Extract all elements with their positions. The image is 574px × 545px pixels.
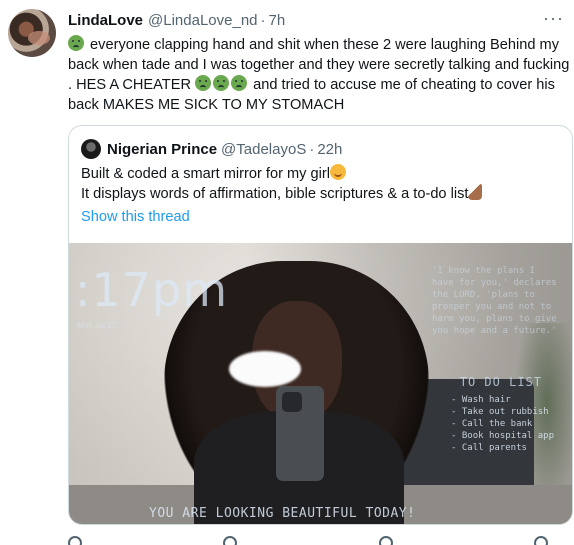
author-handle[interactable]: @LindaLove_nd: [148, 12, 257, 29]
timestamp[interactable]: 7h: [269, 12, 286, 29]
smiling-face-icon: [329, 164, 346, 180]
nauseated-face-icon: [68, 35, 84, 51]
todo-item: - Call parents: [451, 443, 527, 453]
reply-icon[interactable]: [68, 536, 82, 545]
more-options-icon[interactable]: ···: [543, 9, 564, 27]
show-thread-link[interactable]: Show this thread: [81, 209, 190, 225]
todo-item: - Call the bank: [451, 419, 533, 429]
mirror-date: Mon Jul 27: [77, 321, 117, 330]
like-icon[interactable]: [378, 536, 393, 545]
phone: [276, 386, 324, 481]
quoted-tweet-text: Built & coded a smart mirror for my girl…: [81, 164, 483, 204]
nauseated-face-icon: [213, 75, 230, 91]
retweet-icon[interactable]: [223, 536, 238, 545]
quoted-timestamp[interactable]: 22h: [317, 141, 342, 158]
todo-item: - Take out rubbish: [451, 407, 549, 417]
mirror-todo-list: - Wash hair - Take out rubbish - Call th…: [451, 394, 554, 454]
quoted-line-1: Built & coded a smart mirror for my girl: [81, 166, 330, 182]
quoted-author-handle[interactable]: @TadelayoS: [221, 141, 306, 158]
mirror-scripture: 'I know the plans I have for you,' decla…: [432, 266, 557, 336]
todo-item: - Wash hair: [451, 395, 511, 405]
avatar[interactable]: [8, 9, 56, 57]
quoted-line-2: It displays words of affirmation, bible …: [81, 186, 469, 202]
face-blur: [229, 351, 301, 387]
tweet-media-image[interactable]: :17pm Mon Jul 27 'I know the plans I hav…: [69, 243, 572, 524]
quoted-author-name[interactable]: Nigerian Prince: [107, 141, 217, 158]
quoted-tweet-header: Nigerian Prince @TadelayoS · 22h: [81, 139, 342, 159]
todo-item: - Book hospital app: [451, 431, 554, 441]
mirror-affirmation: YOU ARE LOOKING BEAUTIFUL TODAY!: [149, 506, 416, 521]
quoted-avatar[interactable]: [81, 139, 101, 159]
folded-hands-icon: [468, 184, 483, 200]
nauseated-face-icon: [195, 75, 212, 91]
separator: ·: [260, 11, 266, 29]
nauseated-face-icon: [231, 75, 248, 91]
action-bar: [68, 536, 548, 545]
share-icon[interactable]: [533, 536, 548, 545]
mirror-todo-title: TO DO LIST: [459, 375, 542, 389]
mirror-clock: :17pm: [75, 263, 229, 317]
quoted-tweet[interactable]: Nigerian Prince @TadelayoS · 22h Built &…: [68, 125, 573, 525]
tweet[interactable]: LindaLove @LindaLove_nd · 7h ··· everyon…: [0, 0, 574, 545]
author-name[interactable]: LindaLove: [68, 12, 143, 29]
tweet-text: everyone clapping hand and shit when the…: [68, 35, 574, 115]
separator: ·: [309, 140, 315, 158]
tweet-header: LindaLove @LindaLove_nd · 7h ···: [68, 9, 566, 30]
